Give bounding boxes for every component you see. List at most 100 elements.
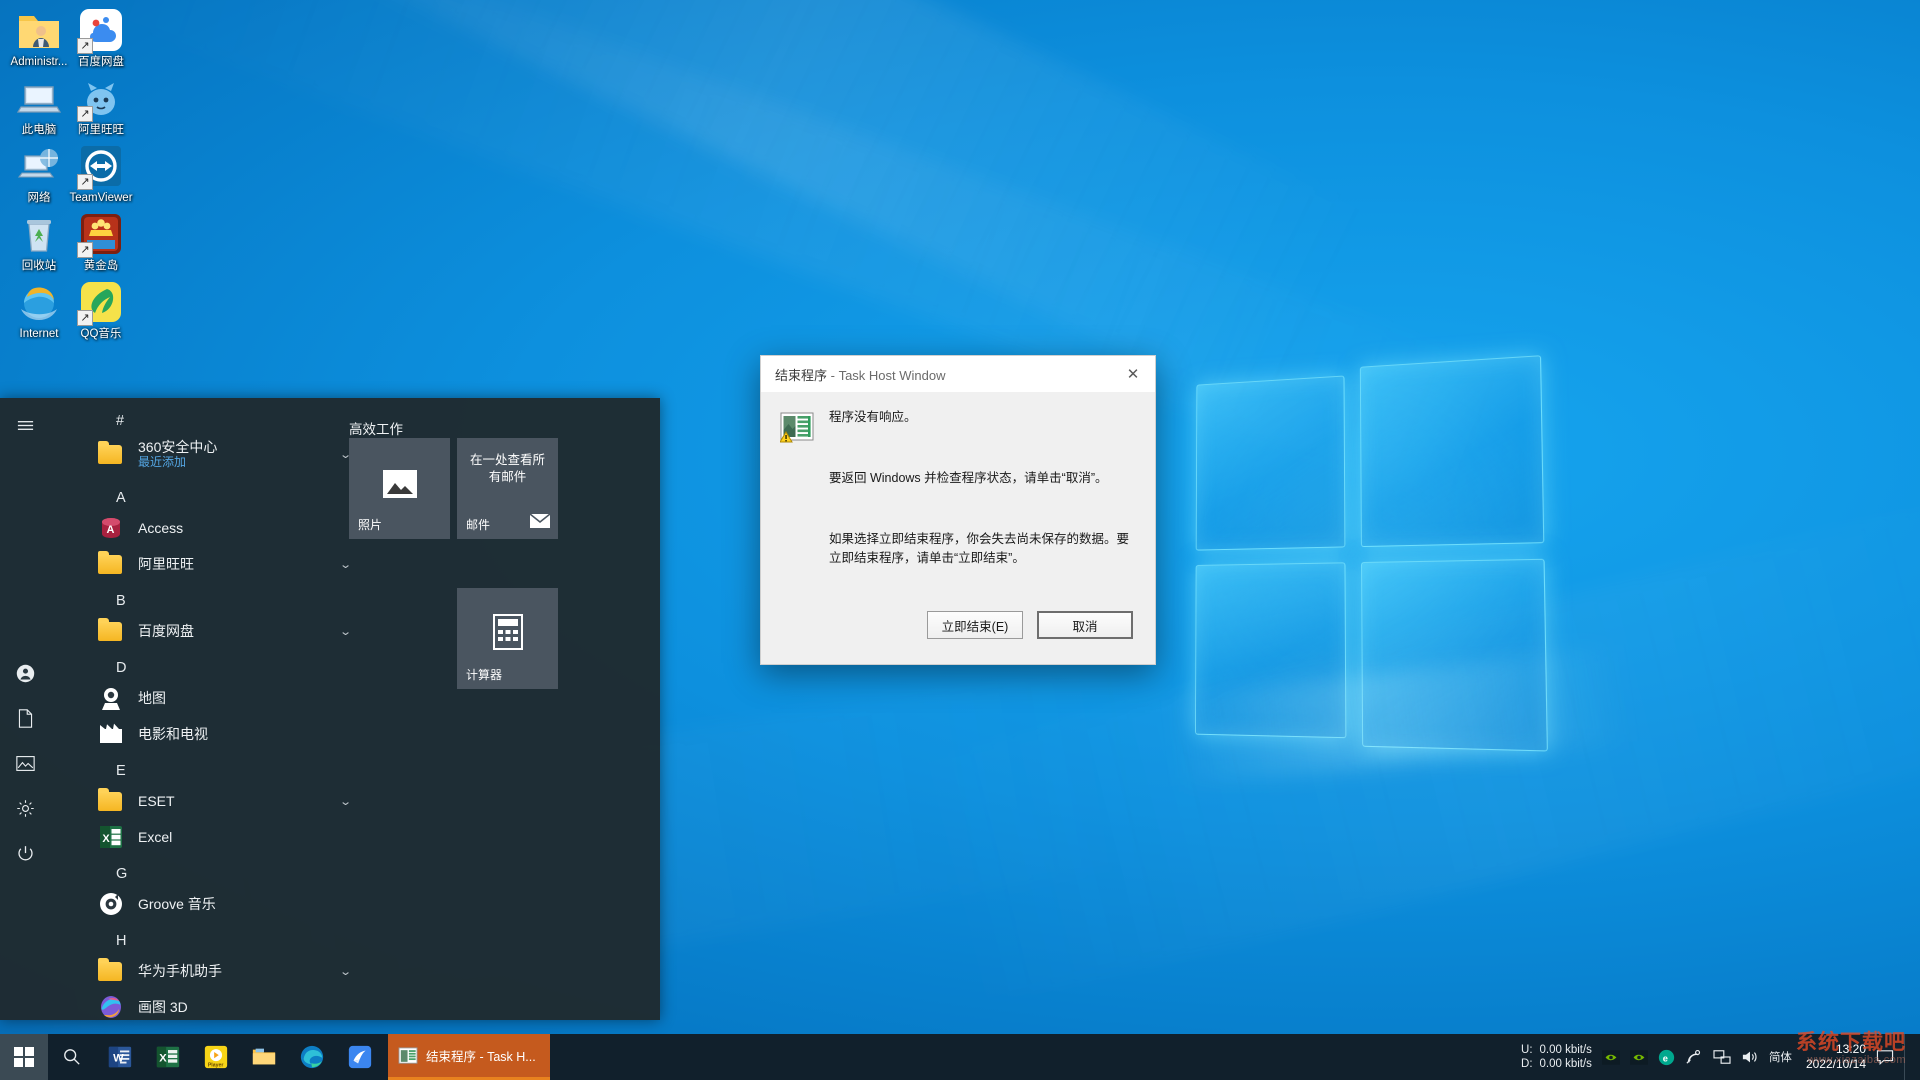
desktop-icon-qq-music[interactable]: ↗ QQ音乐: [62, 278, 140, 341]
app-list-item-label: 地图: [138, 690, 166, 706]
edge-icon[interactable]: [288, 1034, 336, 1080]
desktop-icon-aliwangwang[interactable]: ↗阿里旺旺: [62, 74, 140, 137]
dialog-message-text: 程序没有响应。 要返回 Windows 并检查程序状态，请单击“取消”。 如果选…: [829, 408, 1135, 568]
nvidia-icon[interactable]: [1602, 1050, 1620, 1065]
satellite-icon[interactable]: [1685, 1049, 1703, 1065]
desktop-icon-baidu-netdisk[interactable]: ↗ 百度网盘: [62, 6, 140, 69]
desktop-icon-label: 百度网盘: [62, 56, 140, 69]
maps-icon: [98, 685, 124, 711]
folder-icon: [98, 551, 124, 577]
dialog-title-bar[interactable]: 结束程序 - Task Host Window ✕: [761, 356, 1155, 392]
svg-text:X: X: [159, 1053, 167, 1065]
foxmail-icon[interactable]: [336, 1034, 384, 1080]
dialog-title-main: 结束程序: [775, 368, 827, 383]
player-icon[interactable]: Player: [192, 1034, 240, 1080]
app-list-item-label: 阿里旺旺: [138, 556, 194, 572]
dialog-title-app: Task Host Window: [839, 368, 946, 383]
dialog-paragraph-2: 要返回 Windows 并检查程序状态，请单击“取消”。: [829, 469, 1135, 488]
volume-icon[interactable]: [1741, 1049, 1759, 1065]
dialog-paragraph-1: 程序没有响应。: [829, 408, 1135, 427]
dialog-paragraph-3: 如果选择立即结束程序，你会失去尚未保存的数据。要立即结束程序，请单击“立即结束”…: [829, 530, 1135, 568]
word-icon[interactable]: W: [96, 1034, 144, 1080]
cancel-button[interactable]: 取消: [1037, 611, 1133, 639]
internet-explorer-icon: [15, 278, 63, 326]
folder-icon: [98, 958, 124, 984]
tiles-group-title: 高效工作: [349, 418, 660, 438]
shortcut-arrow-icon: ↗: [77, 174, 93, 190]
taskbar-window-label: 结束程序 - Task H...: [426, 1046, 536, 1065]
excel-icon: X: [98, 824, 124, 850]
user-account-icon[interactable]: [8, 656, 42, 690]
desktop-icon-label: TeamViewer: [62, 192, 140, 205]
recycle-bin-icon: [15, 210, 63, 258]
dialog-title-sep: -: [827, 368, 839, 383]
start-menu-tiles-panel: 高效工作 照片 在一处查看所有邮件 邮件 计算器: [300, 398, 660, 1020]
app-list-item-sublabel: 最近添加: [138, 455, 217, 469]
taskbar[interactable]: W X Player 结束程序 - Task H... U: D: 0.00 k…: [0, 1034, 1920, 1080]
clock[interactable]: 13:20 2022/10/14: [1802, 1042, 1866, 1072]
desktop-icon-label: 黄金岛: [62, 260, 140, 273]
documents-icon[interactable]: [8, 701, 42, 735]
tile-label: 邮件: [466, 516, 490, 533]
desktop-icon-huangjindao[interactable]: ↗ 黄金岛: [62, 210, 140, 273]
app-list-item-label: Groove 音乐: [138, 896, 216, 912]
this-pc-icon: [15, 74, 63, 122]
pictures-icon[interactable]: [8, 746, 42, 780]
start-button[interactable]: [0, 1034, 48, 1080]
clock-date: 2022/10/14: [1806, 1057, 1866, 1072]
dialog-body: 程序没有响应。 要返回 Windows 并检查程序状态，请单击“取消”。 如果选…: [761, 392, 1155, 600]
app-list-item-label: ESET: [138, 793, 175, 809]
nvidia-icon-2[interactable]: [1630, 1050, 1648, 1065]
system-tray[interactable]: U: D: 0.00 kbit/s 0.00 kbit/s e 简体: [1521, 1034, 1920, 1080]
desktop-icon-label: QQ音乐: [62, 328, 140, 341]
end-now-button[interactable]: 立即结束(E): [927, 611, 1023, 639]
clock-time: 13:20: [1836, 1042, 1866, 1057]
qq-music-icon: ↗: [77, 278, 125, 326]
folder-icon: [98, 788, 124, 814]
teamviewer-icon: ↗: [77, 142, 125, 190]
download-label: D:: [1521, 1057, 1533, 1071]
shortcut-arrow-icon: ↗: [77, 38, 93, 54]
network-tray-icon[interactable]: [1713, 1049, 1731, 1065]
desktop-icon-teamviewer[interactable]: ↗ TeamViewer: [62, 142, 140, 205]
excel-icon[interactable]: X: [144, 1034, 192, 1080]
upload-value: 0.00 kbit/s: [1540, 1043, 1592, 1057]
dialog-button-row: 立即结束(E) 取消: [761, 600, 1155, 664]
app-list-item-label: 360安全中心: [138, 439, 217, 455]
task-host-window-dialog[interactable]: 结束程序 - Task Host Window ✕ 程序没有响应。 要返回 Wi…: [760, 355, 1156, 665]
ime-indicator[interactable]: 简体: [1769, 1049, 1792, 1065]
taskbar-active-window-button[interactable]: 结束程序 - Task H...: [388, 1034, 550, 1080]
show-desktop-button[interactable]: [1904, 1034, 1912, 1080]
app-list-item-label: 百度网盘: [138, 623, 194, 639]
tile-photos[interactable]: 照片: [349, 438, 450, 539]
app-list-item-label: 电影和电视: [138, 726, 208, 742]
search-icon[interactable]: [48, 1034, 96, 1080]
groove-music-icon: [98, 891, 124, 917]
settings-gear-icon[interactable]: [8, 791, 42, 825]
app-list-item-label: Excel: [138, 829, 172, 845]
network-speed-monitor[interactable]: U: D: 0.00 kbit/s 0.00 kbit/s: [1521, 1043, 1592, 1071]
svg-text:e: e: [1663, 1053, 1668, 1063]
shortcut-arrow-icon: ↗: [77, 242, 93, 258]
eset-icon[interactable]: e: [1658, 1049, 1675, 1066]
tile-big-text: 在一处查看所有邮件: [457, 452, 558, 486]
download-value: 0.00 kbit/s: [1540, 1057, 1592, 1071]
folder-icon: [98, 441, 124, 467]
notification-center-icon[interactable]: [1876, 1049, 1894, 1065]
tile-calculator[interactable]: 计算器: [457, 588, 558, 689]
tile-mail[interactable]: 在一处查看所有邮件 邮件: [457, 438, 558, 539]
huangjindao-icon: ↗: [77, 210, 125, 258]
tile-label: 计算器: [466, 666, 502, 683]
dialog-title-text: 结束程序 - Task Host Window: [775, 365, 946, 384]
desktop-icon-label: 阿里旺旺: [62, 124, 140, 137]
hamburger-menu-icon[interactable]: [8, 408, 42, 442]
app-list-item-label: Access: [138, 520, 183, 536]
svg-text:Player: Player: [208, 1062, 224, 1068]
close-icon[interactable]: ✕: [1111, 356, 1155, 392]
folder-icon: [98, 618, 124, 644]
shortcut-arrow-icon: ↗: [77, 310, 93, 326]
file-explorer-icon[interactable]: [240, 1034, 288, 1080]
start-menu[interactable]: #360安全中心最近添加⌄AAAccess阿里旺旺⌄B百度网盘⌄D地图电影和电视…: [0, 398, 660, 1020]
power-icon[interactable]: [8, 836, 42, 870]
start-menu-rail: [0, 398, 50, 1020]
